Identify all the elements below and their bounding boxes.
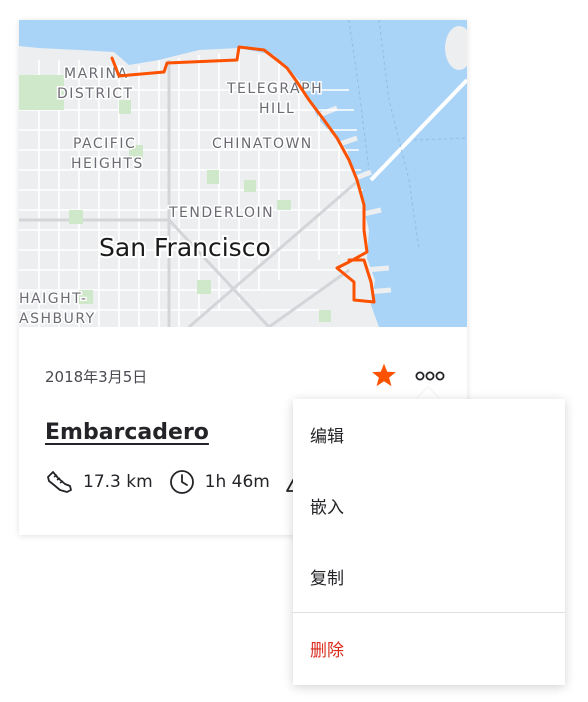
- options-dropdown-menu: 编辑 嵌入 复制 删除: [293, 399, 565, 685]
- map-label-haight: HAIGHT-: [19, 291, 87, 307]
- activity-date: 2018年3月5日: [45, 368, 148, 386]
- map-label-city: San Francisco: [99, 233, 271, 262]
- time-value: 1h 46m: [204, 472, 270, 492]
- map-label-tenderloin: TENDERLOIN: [168, 205, 274, 221]
- menu-item-edit[interactable]: 编辑: [293, 399, 565, 469]
- star-icon[interactable]: [371, 362, 397, 388]
- map-label-chinatown: CHINATOWN: [212, 136, 313, 152]
- activity-name-link[interactable]: Embarcadero: [45, 420, 209, 445]
- map-label-hill: HILL: [259, 101, 295, 117]
- time-stat: 1h 46m: [169, 469, 270, 495]
- distance-stat: 17.3 km: [45, 469, 153, 495]
- clock-icon: [169, 470, 194, 494]
- map-label-ashbury: ASHBURY: [19, 311, 96, 327]
- map-label-pacific: PACIFIC: [73, 136, 136, 152]
- menu-item-copy[interactable]: 复制: [293, 541, 565, 611]
- shoe-icon: [47, 471, 72, 493]
- route-map[interactable]: MARINA DISTRICT TELEGRAPH HILL PACIFIC H…: [19, 20, 467, 327]
- map-canvas: MARINA DISTRICT TELEGRAPH HILL PACIFIC H…: [19, 20, 467, 327]
- map-label-heights: HEIGHTS: [71, 156, 144, 172]
- map-label-telegraph: TELEGRAPH: [226, 81, 323, 97]
- menu-item-delete[interactable]: 删除: [293, 613, 565, 683]
- more-options-icon[interactable]: [415, 368, 445, 382]
- distance-value: 17.3 km: [83, 472, 153, 492]
- menu-item-embed[interactable]: 嵌入: [293, 470, 565, 540]
- map-label-district: DISTRICT: [57, 86, 134, 102]
